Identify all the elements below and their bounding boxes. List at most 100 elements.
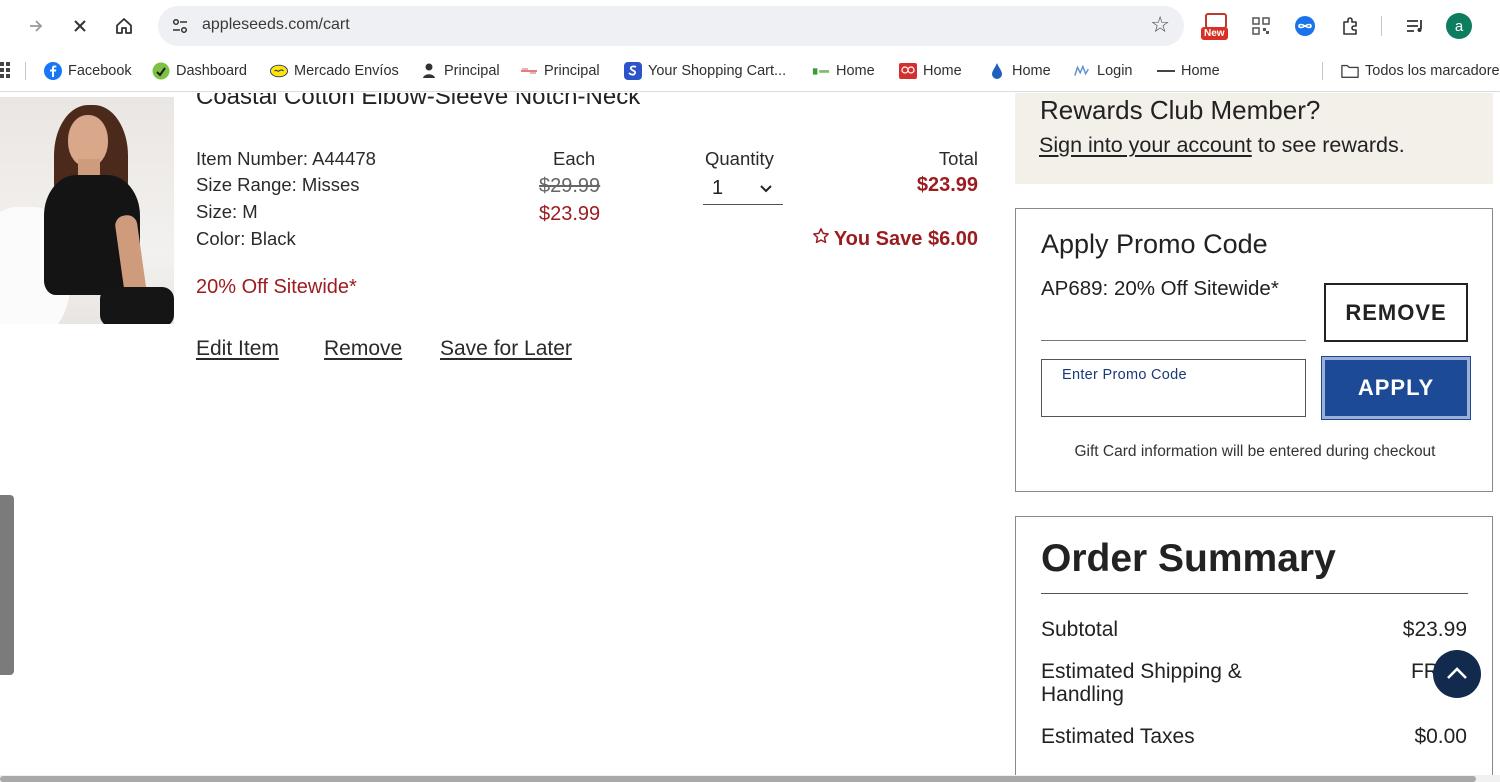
taxes-label: Estimated Taxes <box>1041 725 1195 748</box>
bookmark-label: Principal <box>544 63 600 79</box>
subtotal-value: $23.99 <box>1402 618 1467 641</box>
bookmark-all-bookmarks[interactable]: Todos los marcadores <box>1341 60 1500 82</box>
bookmark-label: Home <box>1012 63 1051 79</box>
order-summary-panel: Order Summary Subtotal $23.99 Estimated … <box>1015 516 1493 782</box>
remove-promo-button[interactable]: REMOVE <box>1324 283 1468 342</box>
principal2-icon <box>520 62 538 80</box>
horizontal-scrollbar[interactable] <box>0 775 1500 782</box>
order-summary-title: Order Summary <box>1041 537 1336 580</box>
color: Color: Black <box>196 228 296 249</box>
qr-code-icon[interactable] <box>1247 12 1275 40</box>
apps-grid-icon[interactable] <box>0 62 10 80</box>
quantity-header: Quantity <box>705 148 774 169</box>
bookmark-label: Mercado Envíos <box>294 63 399 79</box>
bookmark-principal-2[interactable]: Principal <box>520 60 600 82</box>
drop-icon <box>988 62 1006 80</box>
size: Size: M <box>196 201 258 222</box>
home-green-icon <box>812 62 830 80</box>
promo-code-input[interactable]: Enter Promo Code <box>1041 359 1306 417</box>
bookmark-label: Todos los marcadores <box>1365 63 1500 79</box>
promo-code-panel: Apply Promo Code AP689: 20% Off Sitewide… <box>1015 208 1493 492</box>
edit-item-link[interactable]: Edit Item <box>196 337 279 361</box>
gift-card-note: Gift Card information will be entered du… <box>1074 443 1436 460</box>
cart-page: Coastal Cotton Elbow-Sleeve Notch-Neck I… <box>0 93 1500 782</box>
bookmark-label: Home <box>1181 63 1220 79</box>
bookmark-label: Home <box>836 63 875 79</box>
address-bar[interactable]: appleseeds.com/cart ☆ <box>158 6 1184 46</box>
total-header: Total <box>938 148 978 169</box>
product-title[interactable]: Coastal Cotton Elbow-Sleeve Notch-Neck <box>196 93 640 111</box>
feedback-side-tab[interactable] <box>0 495 14 675</box>
bookmark-star-icon[interactable]: ☆ <box>1150 13 1170 38</box>
size-range: Size Range: Misses <box>196 174 360 195</box>
cart-s-icon <box>624 62 642 80</box>
facebook-icon <box>44 62 62 80</box>
new-badge: New <box>1201 27 1228 40</box>
bookmark-dashboard[interactable]: Dashboard <box>152 60 247 82</box>
home-icon[interactable] <box>108 10 140 42</box>
browser-toolbar: appleseeds.com/cart ☆ New a <box>0 0 1500 52</box>
promo-applied-note: 20% Off Sitewide* <box>196 276 357 298</box>
summary-divider <box>1041 593 1468 594</box>
bookmark-home-1[interactable]: Home <box>812 60 875 82</box>
star-outline-icon <box>812 227 830 251</box>
promo-title: Apply Promo Code <box>1041 229 1268 259</box>
new-extension-icon[interactable]: New <box>1201 13 1233 43</box>
principal-icon <box>420 62 438 80</box>
forward-arrow-icon[interactable] <box>20 10 52 42</box>
apply-promo-button[interactable]: APPLY <box>1321 356 1471 420</box>
bookmark-facebook[interactable]: Facebook <box>44 60 132 82</box>
infinity-extension-icon[interactable] <box>1291 12 1319 40</box>
product-image[interactable] <box>0 97 174 324</box>
bookmark-shopping-cart[interactable]: Your Shopping Cart... <box>624 60 786 82</box>
reading-list-icon[interactable] <box>1401 12 1429 40</box>
bookmark-home-4[interactable]: Home <box>1157 60 1220 82</box>
sign-in-link[interactable]: Sign into your account <box>1039 133 1252 157</box>
rewards-question: Rewards Club Member? <box>1040 95 1321 125</box>
bookmark-login[interactable]: Login <box>1073 60 1132 82</box>
dash-icon <box>1157 62 1175 80</box>
bookmark-label: Principal <box>444 63 500 79</box>
mercado-icon <box>270 62 288 80</box>
dashboard-icon <box>152 62 170 80</box>
folder-icon <box>1341 62 1359 80</box>
subtotal-label: Subtotal <box>1041 618 1119 641</box>
remove-item-link[interactable]: Remove <box>324 337 402 361</box>
bookmark-label: Your Shopping Cart... <box>648 63 787 79</box>
original-price: $29.99 <box>539 175 601 197</box>
save-for-later-link[interactable]: Save for Later <box>440 337 572 361</box>
bookmark-label: Dashboard <box>176 63 247 79</box>
chevron-up-icon <box>1446 665 1468 684</box>
applied-promo-code: AP689: 20% Off Sitewide* <box>1041 277 1306 341</box>
rewards-suffix: to see rewards. <box>1251 133 1405 157</box>
chevron-down-icon <box>759 181 773 195</box>
you-save: You Save $6.00 <box>812 227 978 251</box>
shipping-label: Estimated Shipping & Handling <box>1041 660 1242 706</box>
bookmark-home-3[interactable]: Home <box>988 60 1051 82</box>
scroll-to-top-button[interactable] <box>1433 650 1481 698</box>
stop-loading-icon[interactable] <box>64 10 96 42</box>
url-text[interactable]: appleseeds.com/cart <box>202 16 350 34</box>
quantity-value: 1 <box>712 177 724 199</box>
bookmark-label: Facebook <box>68 63 132 79</box>
bookmarks-divider <box>1322 62 1323 80</box>
profile-avatar[interactable]: a <box>1446 13 1472 39</box>
toolbar-divider <box>1381 16 1382 36</box>
bookmark-home-2[interactable]: Home <box>899 60 962 82</box>
rewards-sign-in-line: Sign into your account to see rewards. <box>1039 133 1405 158</box>
bookmark-principal-1[interactable]: Principal <box>420 60 500 82</box>
quantity-select[interactable]: 1 <box>703 173 783 205</box>
login-icon <box>1073 62 1091 80</box>
item-number: Item Number: A44478 <box>196 148 376 169</box>
bookmarks-bar: Facebook Dashboard Mercado Envíos Princi… <box>0 52 1500 92</box>
bookmarks-divider <box>25 62 26 80</box>
bookmark-label: Home <box>923 63 962 79</box>
bookmark-mercado-envios[interactable]: Mercado Envíos <box>270 60 399 82</box>
taxes-value: $0.00 <box>1414 725 1467 748</box>
extensions-puzzle-icon[interactable] <box>1336 12 1364 40</box>
scrollbar-thumb[interactable] <box>0 776 1476 782</box>
bookmark-label: Login <box>1097 63 1133 79</box>
each-header: Each <box>553 148 596 169</box>
line-total: $23.99 <box>916 174 978 196</box>
site-info-icon[interactable] <box>168 14 192 38</box>
